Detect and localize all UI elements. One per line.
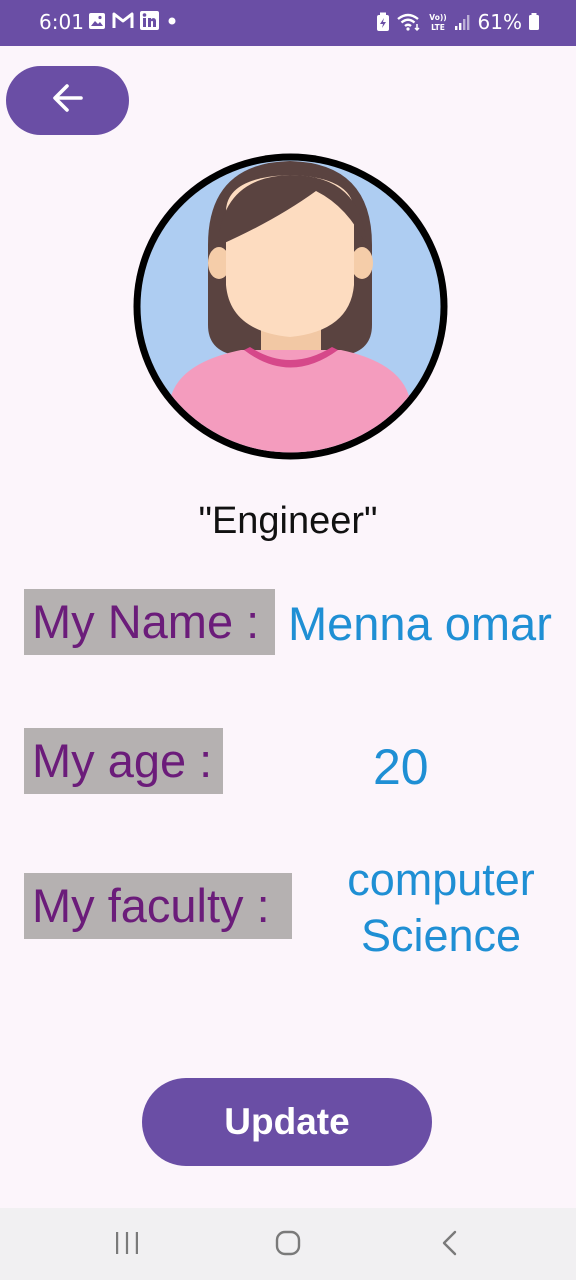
faculty-value-line2: Science bbox=[360, 910, 522, 961]
recent-apps-icon[interactable] bbox=[112, 1226, 142, 1265]
battery-icon bbox=[528, 12, 540, 32]
profile-title: "Engineer" bbox=[198, 500, 378, 542]
svg-text:LTE: LTE bbox=[431, 23, 445, 32]
name-value: Menna omar bbox=[288, 597, 552, 650]
signal-icon bbox=[454, 13, 472, 31]
name-label: My Name : bbox=[24, 589, 275, 655]
dot-icon bbox=[165, 14, 179, 28]
svg-text:Vo)): Vo)) bbox=[429, 13, 446, 22]
profile-avatar bbox=[126, 145, 455, 468]
gallery-icon bbox=[88, 12, 106, 30]
battery-percentage: 61% bbox=[477, 10, 522, 34]
notification-icons bbox=[88, 11, 179, 30]
wifi-icon bbox=[396, 12, 422, 32]
age-value: 20 bbox=[373, 739, 429, 795]
gmail-icon bbox=[112, 12, 134, 29]
system-status-icons: Vo)) LTE 61% bbox=[376, 10, 540, 34]
system-nav-bar bbox=[0, 1208, 576, 1280]
volte-icon: Vo)) LTE bbox=[428, 12, 448, 32]
battery-saver-icon bbox=[376, 12, 390, 32]
age-label: My age : bbox=[24, 728, 223, 794]
faculty-value: computer Science bbox=[322, 852, 560, 964]
status-time: 6:01 bbox=[39, 10, 84, 34]
faculty-label: My faculty : bbox=[24, 873, 292, 939]
status-bar: 6:01 Vo)) LTE 61% bbox=[0, 0, 576, 46]
back-nav-icon[interactable] bbox=[436, 1226, 466, 1265]
home-icon[interactable] bbox=[272, 1226, 304, 1265]
faculty-value-line1: computer bbox=[347, 854, 535, 905]
back-button[interactable] bbox=[6, 66, 129, 135]
update-button[interactable]: Update bbox=[142, 1078, 432, 1166]
arrow-left-icon bbox=[51, 81, 85, 120]
linkedin-icon bbox=[140, 11, 159, 30]
